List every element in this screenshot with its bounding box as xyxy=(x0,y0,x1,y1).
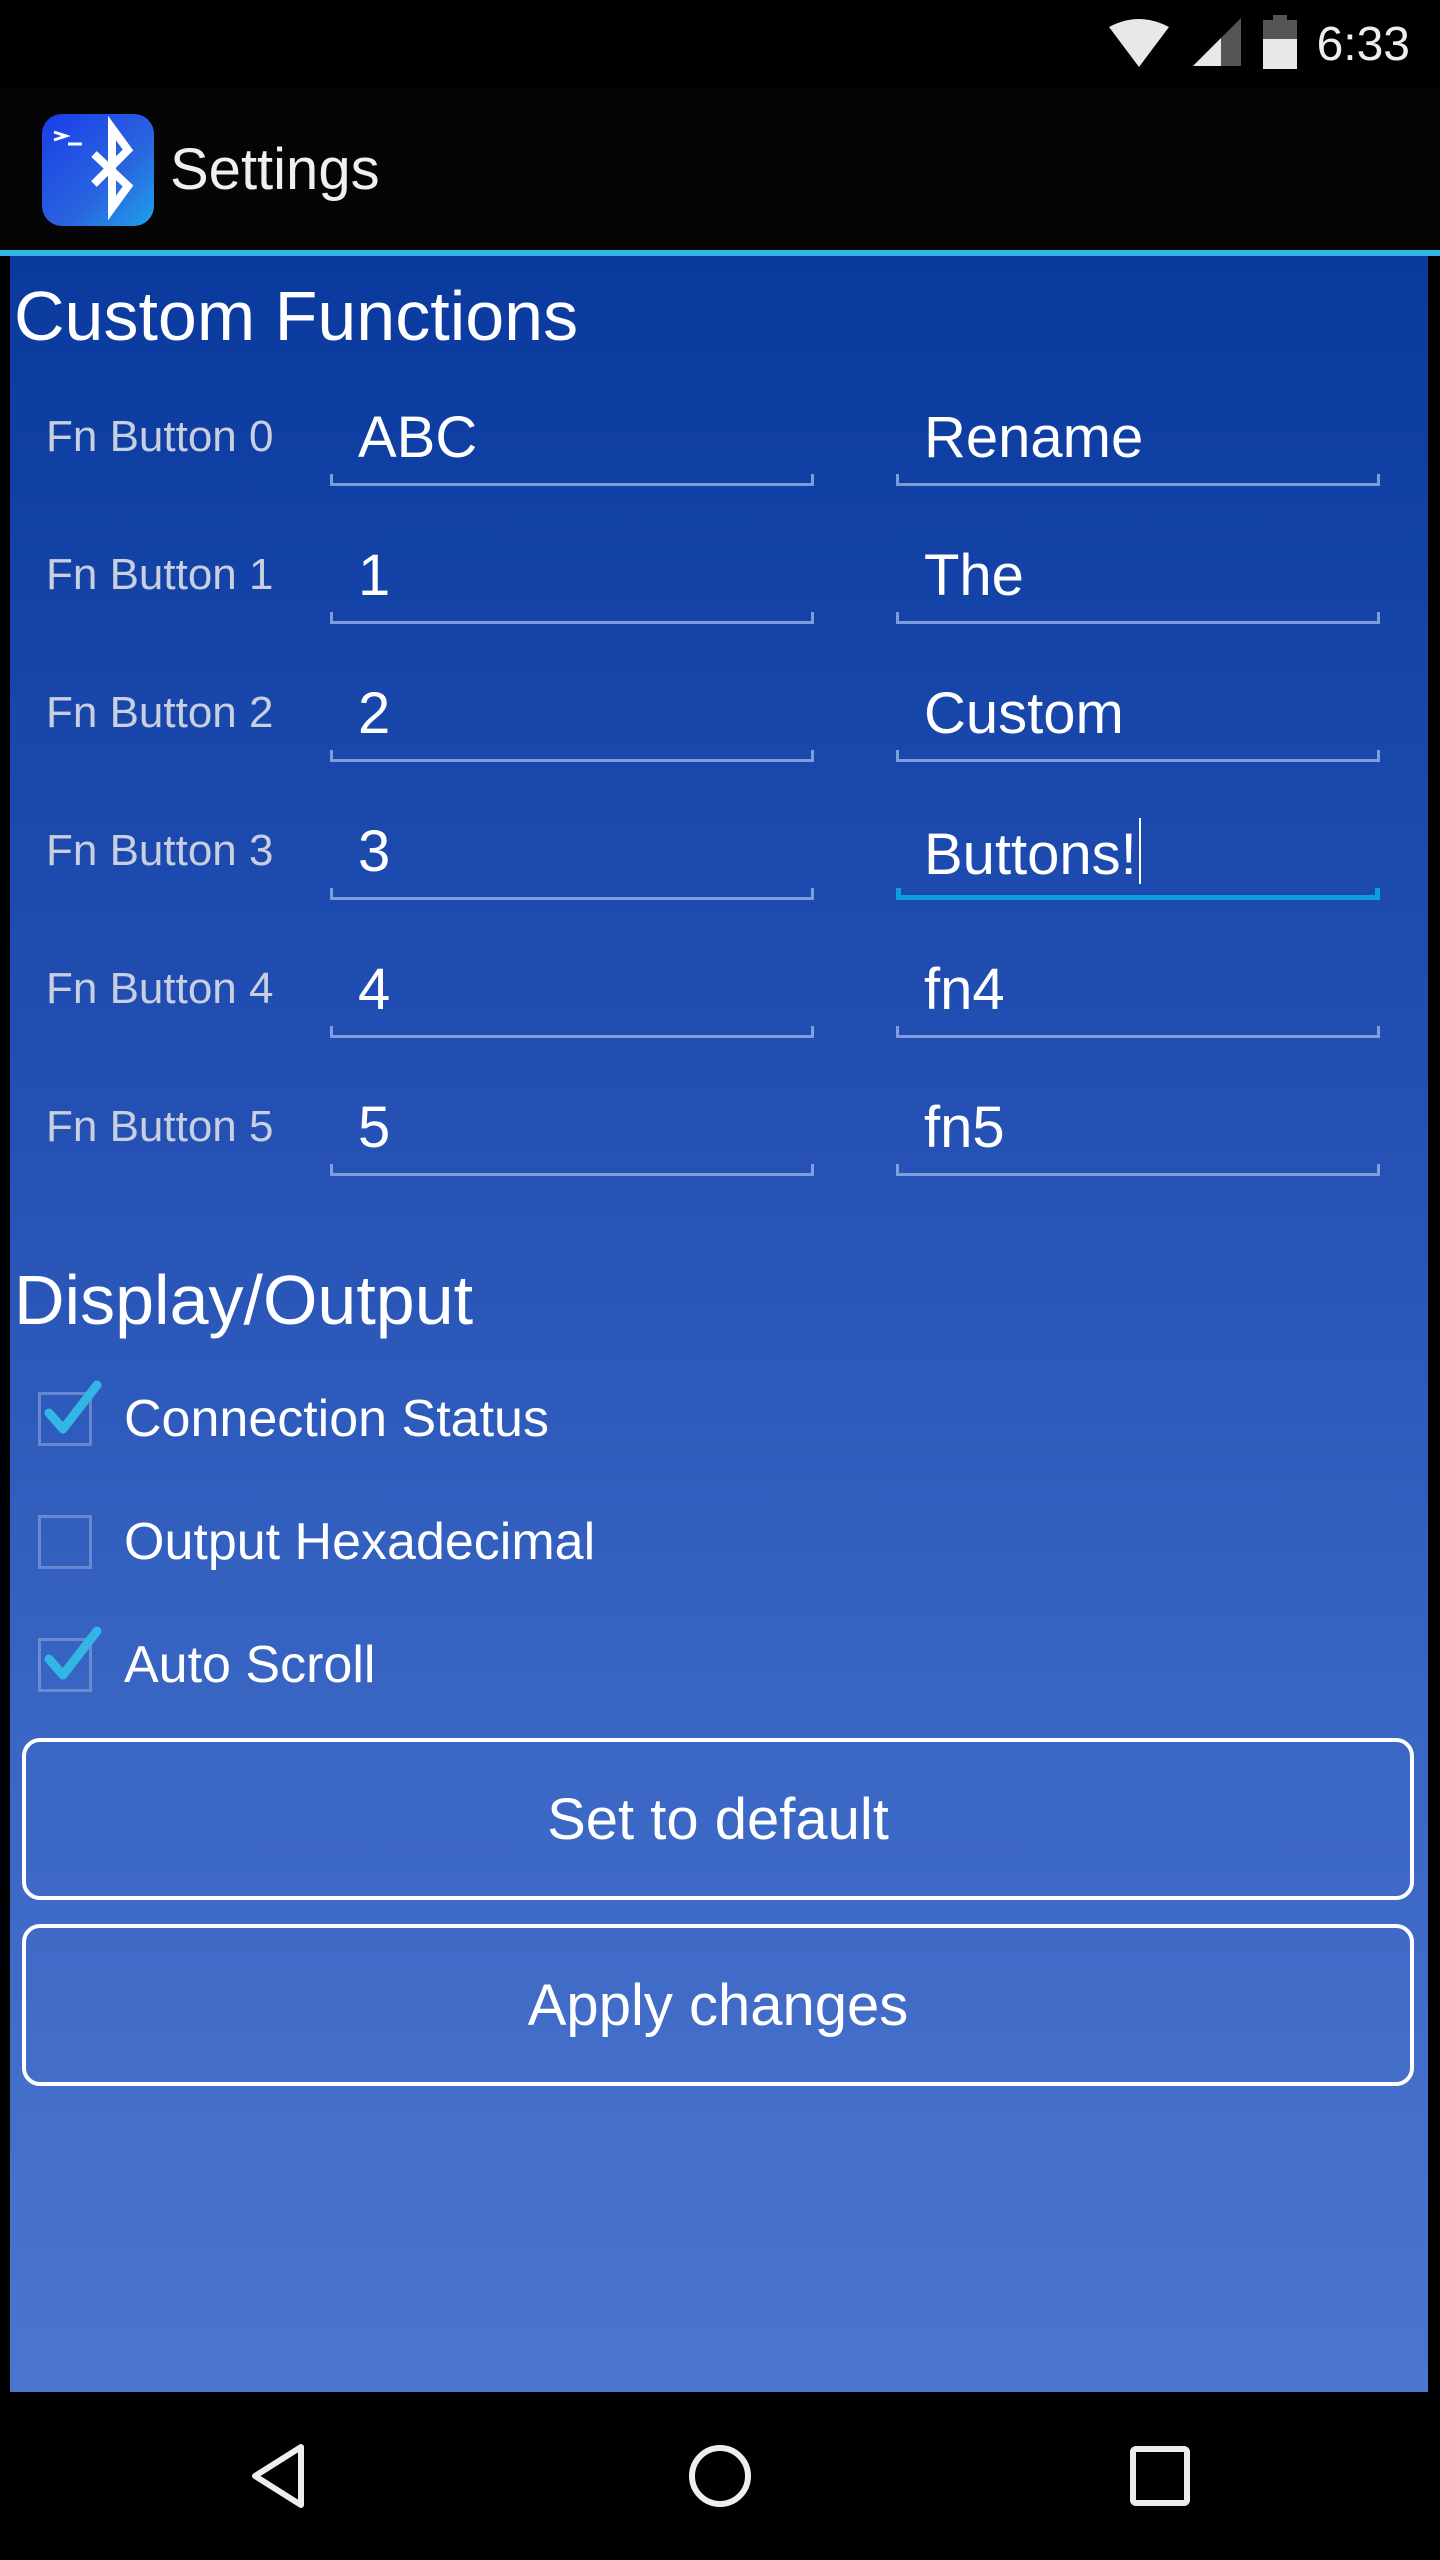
navigation-bar xyxy=(0,2392,1440,2560)
back-button[interactable] xyxy=(240,2436,320,2516)
checkmark-icon xyxy=(44,1380,102,1434)
status-bar: 6:33 xyxy=(0,0,1440,88)
home-icon xyxy=(689,2445,751,2507)
battery-icon xyxy=(1262,14,1297,74)
fn-command-input[interactable]: 2 xyxy=(330,672,814,762)
fn-command-input[interactable]: 4 xyxy=(330,948,814,1038)
input-underline xyxy=(330,750,814,762)
checkbox-output-hexadecimal[interactable]: Output Hexadecimal xyxy=(38,1507,595,1577)
input-underline-focused xyxy=(896,888,1380,900)
checkbox-label: Auto Scroll xyxy=(124,1636,376,1694)
fn-command-value: ABC xyxy=(358,405,478,470)
fn-command-value: 3 xyxy=(358,819,391,884)
home-button[interactable] xyxy=(680,2436,760,2516)
fn-command-value: 1 xyxy=(358,543,391,608)
apply-changes-button[interactable]: Apply changes xyxy=(22,1924,1414,2086)
checkbox-label: Connection Status xyxy=(124,1390,549,1448)
fn-command-value: 5 xyxy=(358,1095,391,1160)
back-icon xyxy=(252,2444,304,2508)
fn-name-value: fn4 xyxy=(924,957,1005,1022)
bluetooth-terminal-icon xyxy=(42,114,154,226)
input-underline xyxy=(896,1026,1380,1038)
fn-command-value: 4 xyxy=(358,957,391,1022)
text-cursor xyxy=(1138,818,1141,884)
checkbox-label: Output Hexadecimal xyxy=(124,1513,596,1571)
clock: 6:33 xyxy=(1316,17,1410,71)
checkmark-icon xyxy=(44,1626,102,1680)
recents-icon xyxy=(1130,2446,1190,2506)
page-title: Settings xyxy=(170,137,380,202)
checkbox[interactable] xyxy=(38,1515,92,1569)
fn-command-input[interactable]: 5 xyxy=(330,1086,814,1176)
fn-name-text: Buttons! xyxy=(924,822,1137,887)
input-underline xyxy=(896,750,1380,762)
checkbox-connection-status[interactable]: Connection Status xyxy=(38,1380,549,1454)
input-underline xyxy=(896,612,1380,624)
input-underline xyxy=(330,612,814,624)
wifi-icon xyxy=(1107,17,1171,72)
fn-button-label: Fn Button 3 xyxy=(46,826,274,875)
input-underline xyxy=(896,1164,1380,1176)
section-title-custom-functions: Custom Functions xyxy=(14,277,579,355)
status-icons: 6:33 xyxy=(1107,14,1410,74)
fn-name-input[interactable]: Custom xyxy=(896,672,1380,762)
input-underline xyxy=(330,1164,814,1176)
section-title-display-output: Display/Output xyxy=(14,1261,474,1339)
input-underline xyxy=(330,1026,814,1038)
fn-name-value: Rename xyxy=(924,405,1144,470)
fn-name-input[interactable]: The xyxy=(896,534,1380,624)
fn-button-label: Fn Button 4 xyxy=(46,964,274,1013)
input-underline xyxy=(896,474,1380,486)
input-underline xyxy=(330,474,814,486)
set-default-button[interactable]: Set to default xyxy=(22,1738,1414,1900)
fn-name-input-focused[interactable]: Buttons! xyxy=(896,810,1380,900)
fn-name-input[interactable]: fn5 xyxy=(896,1086,1380,1176)
checkbox-auto-scroll[interactable]: Auto Scroll xyxy=(38,1626,376,1700)
fn-name-value: Buttons! xyxy=(924,818,1141,888)
checkbox[interactable] xyxy=(38,1626,102,1692)
fn-name-value: Custom xyxy=(924,681,1124,746)
fn-command-input[interactable]: 1 xyxy=(330,534,814,624)
fn-button-label: Fn Button 2 xyxy=(46,688,274,737)
fn-button-label: Fn Button 1 xyxy=(46,550,274,599)
app-bar: Settings xyxy=(0,88,1440,250)
fn-button-label: Fn Button 0 xyxy=(46,412,274,461)
fn-name-input[interactable]: Rename xyxy=(896,396,1380,486)
fn-command-input[interactable]: 3 xyxy=(330,810,814,900)
fn-button-label: Fn Button 5 xyxy=(46,1102,274,1151)
cell-signal-icon xyxy=(1191,16,1243,73)
settings-content: Custom Functions Fn Button 0 ABC Rename … xyxy=(10,256,1428,2392)
input-underline xyxy=(330,888,814,900)
fn-command-value: 2 xyxy=(358,681,391,746)
fn-name-input[interactable]: fn4 xyxy=(896,948,1380,1038)
fn-name-value: fn5 xyxy=(924,1095,1005,1160)
checkbox[interactable] xyxy=(38,1380,102,1446)
recents-button[interactable] xyxy=(1120,2436,1200,2516)
fn-command-input[interactable]: ABC xyxy=(330,396,814,486)
fn-name-value: The xyxy=(924,543,1024,608)
